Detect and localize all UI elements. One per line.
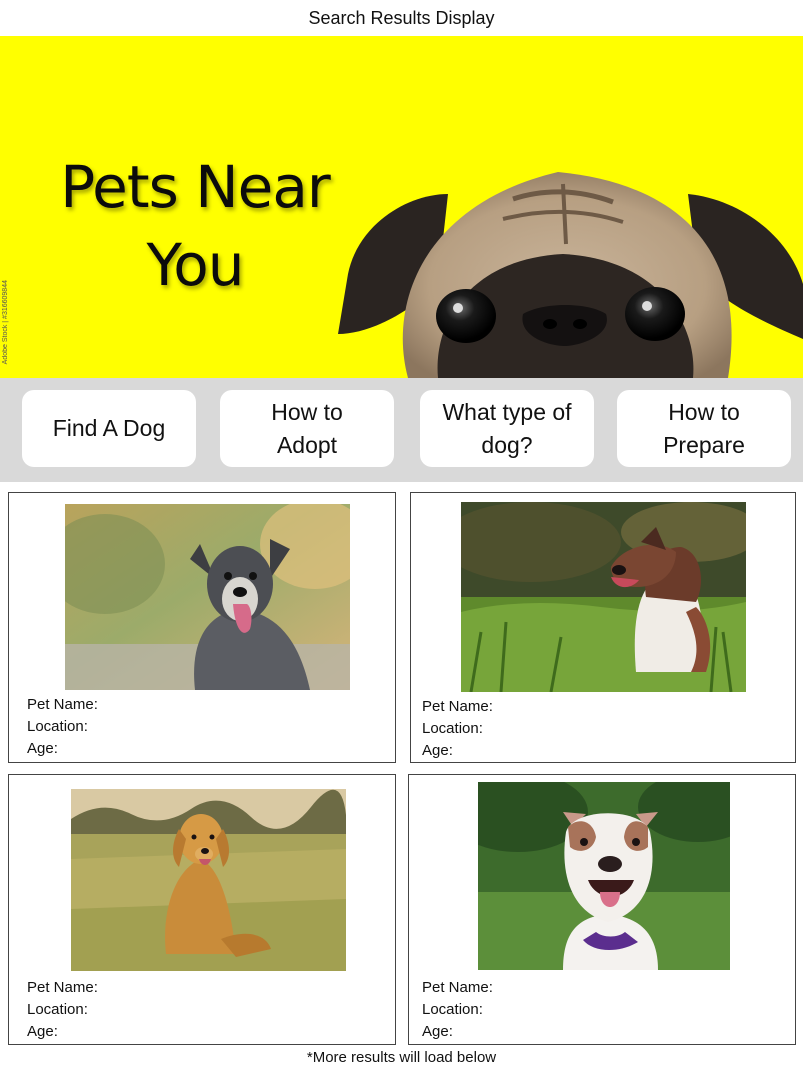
pet-details: Pet Name: Location: Age:	[422, 977, 493, 1043]
pitbull-photo[interactable]	[478, 782, 730, 970]
age-label: Age:	[27, 740, 58, 757]
pet-name-label: Pet Name:	[422, 979, 493, 996]
what-type-of-dog-button[interactable]: What type of dog?	[420, 390, 594, 467]
location-label: Location:	[27, 1001, 88, 1018]
age-label: Age:	[27, 1023, 58, 1040]
pet-result-card[interactable]: Pet Name: Location: Age:	[410, 492, 796, 763]
age-label: Age:	[422, 1023, 453, 1040]
image-credit: Adobe Stock | #316609844	[2, 280, 9, 365]
pet-result-card[interactable]: Pet Name: Location: Age:	[408, 774, 796, 1045]
hero-title: Pets Near You	[40, 148, 350, 304]
age-label: Age:	[422, 742, 453, 759]
pet-name-label: Pet Name:	[27, 696, 98, 713]
find-a-dog-button[interactable]: Find A Dog	[22, 390, 196, 467]
gray-dog-photo[interactable]	[65, 504, 350, 690]
nav-button-label: What type of dog?	[442, 398, 572, 458]
pet-name-label: Pet Name:	[27, 979, 98, 996]
pet-details: Pet Name: Location: Age:	[422, 696, 493, 762]
pet-details: Pet Name: Location: Age:	[27, 977, 98, 1043]
how-to-adopt-button[interactable]: How to Adopt	[220, 390, 394, 467]
pet-details: Pet Name: Location: Age:	[27, 694, 98, 760]
nav-button-label: Find A Dog	[52, 415, 166, 441]
location-label: Location:	[422, 720, 483, 737]
location-label: Location:	[27, 718, 88, 735]
how-to-prepare-button[interactable]: How to Prepare	[617, 390, 791, 467]
nav-bar: Find A Dog How to Adopt What type of dog…	[0, 378, 803, 482]
location-label: Location:	[422, 1001, 483, 1018]
golden-retriever-photo[interactable]	[71, 789, 346, 971]
hero-title-line-1: Pets Near	[60, 153, 330, 221]
nav-button-label: How to Adopt	[271, 398, 343, 458]
pet-name-label: Pet Name:	[422, 698, 493, 715]
pug-photo	[338, 172, 803, 378]
more-results-note: *More results will load below	[306, 1049, 497, 1066]
page-title: Search Results Display	[308, 7, 495, 28]
nav-button-label: How to Prepare	[663, 398, 745, 458]
australian-shepherd-photo[interactable]	[461, 502, 746, 692]
pet-result-card[interactable]: Pet Name: Location: Age:	[8, 774, 396, 1045]
pet-result-card[interactable]: Pet Name: Location: Age:	[8, 492, 396, 763]
hero-banner: Pets Near You Adobe Stock | #316609844	[0, 36, 803, 378]
hero-title-line-2: You	[146, 231, 245, 299]
